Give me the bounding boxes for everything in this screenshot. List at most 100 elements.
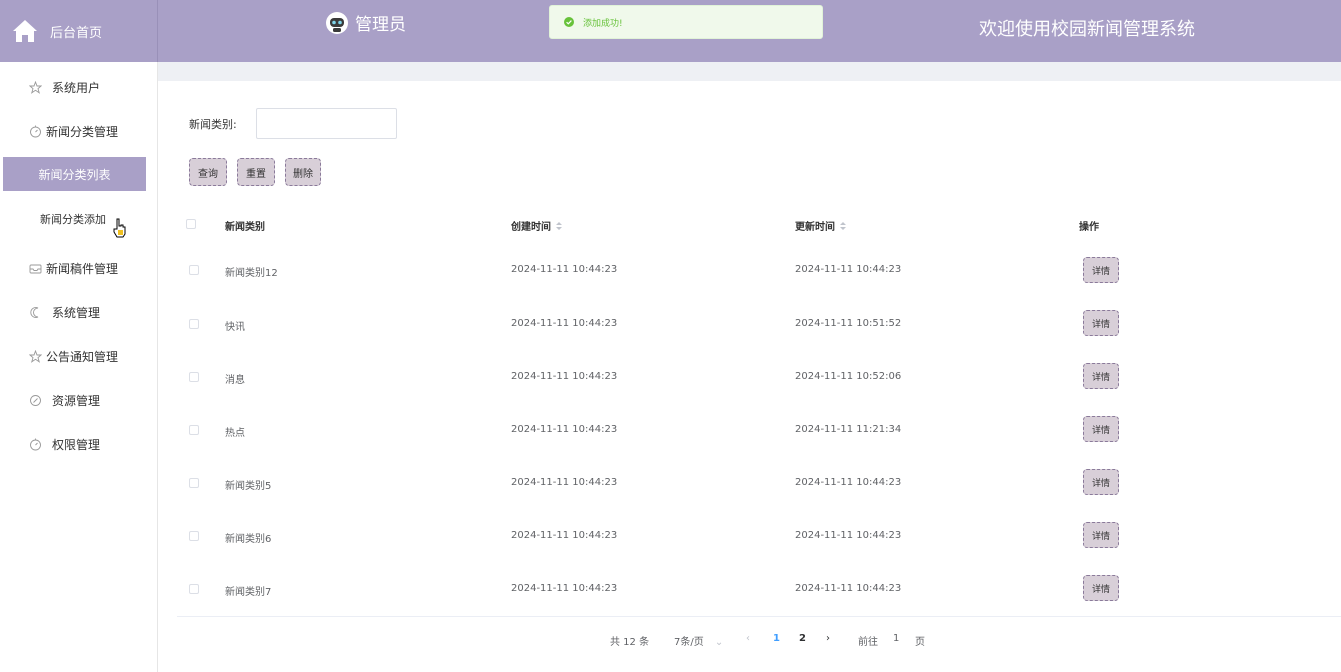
hand-cursor-icon bbox=[113, 218, 126, 238]
cell-category: 消息 bbox=[225, 375, 245, 386]
sidebar-item-permissions[interactable]: 权限管理 bbox=[0, 427, 158, 461]
detail-button[interactable]: 详情 bbox=[1083, 469, 1119, 495]
main-content bbox=[165, 81, 1341, 672]
goto-label: 前往 bbox=[858, 637, 878, 648]
sidebar-item-label: 系统管理 bbox=[52, 305, 101, 320]
home-icon bbox=[13, 20, 37, 42]
cell-created: 2024-11-11 10:44:23 bbox=[511, 477, 618, 488]
sidebar-item-announcements[interactable]: 公告通知管理 bbox=[0, 339, 158, 373]
inbox-icon bbox=[29, 264, 42, 273]
cell-created: 2024-11-11 10:44:23 bbox=[511, 264, 618, 275]
query-button[interactable]: 查询 bbox=[189, 158, 227, 186]
cell-created: 2024-11-11 10:44:23 bbox=[511, 424, 618, 435]
cell-category: 快讯 bbox=[225, 322, 245, 333]
sidebar: 系统用户 新闻分类管理 新闻分类列表 新闻分类添加 新闻稿件管理 系统管理 公告… bbox=[0, 62, 158, 672]
sidebar-item-label: 新闻分类管理 bbox=[46, 124, 119, 139]
timer-icon bbox=[30, 125, 41, 137]
page-size-select[interactable]: 7条/页 ⌄ bbox=[674, 633, 723, 648]
sort-icon[interactable] bbox=[840, 221, 846, 230]
avatar bbox=[326, 11, 348, 34]
cell-updated: 2024-11-11 10:44:23 bbox=[795, 583, 902, 594]
toast-message: 添加成功! bbox=[583, 18, 623, 29]
column-header-created[interactable]: 创建时间 bbox=[511, 218, 562, 233]
row-checkbox[interactable] bbox=[189, 531, 199, 541]
check-circle-icon bbox=[564, 17, 574, 27]
compass-icon bbox=[30, 394, 41, 406]
sidebar-item-label: 新闻分类列表 bbox=[38, 167, 111, 182]
sidebar-item-resources[interactable]: 资源管理 bbox=[0, 383, 158, 417]
page-number[interactable]: 2 bbox=[799, 633, 806, 644]
sidebar-item-system-management[interactable]: 系统管理 bbox=[0, 295, 158, 329]
detail-button[interactable]: 详情 bbox=[1083, 310, 1119, 336]
cell-category: 热点 bbox=[225, 428, 245, 439]
cell-updated: 2024-11-11 10:44:23 bbox=[795, 264, 902, 275]
timer-icon bbox=[30, 438, 41, 450]
cell-category: 新闻类别12 bbox=[225, 268, 278, 279]
cell-updated: 2024-11-11 10:44:23 bbox=[795, 477, 902, 488]
cell-updated: 2024-11-11 10:52:06 bbox=[795, 371, 902, 382]
sidebar-item-label: 资源管理 bbox=[52, 393, 101, 408]
cell-updated: 2024-11-11 10:51:52 bbox=[795, 318, 902, 329]
cell-created: 2024-11-11 10:44:23 bbox=[511, 371, 618, 382]
detail-button[interactable]: 详情 bbox=[1083, 416, 1119, 442]
pagination-total: 共 12 条 bbox=[610, 637, 650, 648]
page-size-value: 7条/页 bbox=[674, 637, 704, 648]
select-all-checkbox[interactable] bbox=[186, 219, 196, 229]
sidebar-item-label: 公告通知管理 bbox=[46, 349, 119, 364]
row-checkbox[interactable] bbox=[189, 319, 199, 329]
page-number[interactable]: 1 bbox=[773, 633, 780, 644]
category-search-input[interactable] bbox=[256, 108, 397, 139]
home-link[interactable]: 后台首页 bbox=[0, 0, 158, 62]
search-label: 新闻类别: bbox=[189, 118, 237, 131]
delete-button[interactable]: 删除 bbox=[285, 158, 321, 186]
reset-button[interactable]: 重置 bbox=[237, 158, 275, 186]
detail-button[interactable]: 详情 bbox=[1083, 363, 1119, 389]
detail-button[interactable]: 详情 bbox=[1083, 522, 1119, 548]
home-label: 后台首页 bbox=[50, 25, 103, 41]
row-checkbox[interactable] bbox=[189, 584, 199, 594]
sidebar-item-system-users[interactable]: 系统用户 bbox=[0, 70, 158, 104]
goto-page-input[interactable]: 1 bbox=[893, 633, 899, 644]
cell-category: 新闻类别6 bbox=[225, 534, 272, 545]
column-header-actions: 操作 bbox=[1079, 222, 1099, 233]
moon-icon bbox=[30, 306, 39, 318]
column-header-category: 新闻类别 bbox=[225, 222, 265, 233]
chevron-down-icon: ⌄ bbox=[714, 637, 724, 648]
cell-created: 2024-11-11 10:44:23 bbox=[511, 530, 618, 541]
admin-user[interactable]: 管理员 bbox=[325, 10, 406, 35]
star-icon bbox=[29, 349, 42, 363]
column-header-label: 更新时间 bbox=[795, 222, 835, 233]
sort-icon[interactable] bbox=[556, 221, 562, 230]
welcome-title: 欢迎使用校园新闻管理系统 bbox=[979, 19, 1195, 40]
table-bottom-divider bbox=[177, 616, 1341, 617]
row-checkbox[interactable] bbox=[189, 372, 199, 382]
sidebar-item-news-drafts[interactable]: 新闻稿件管理 bbox=[0, 251, 158, 285]
sidebar-item-news-category-add[interactable]: 新闻分类添加 bbox=[0, 202, 158, 236]
sidebar-item-label: 权限管理 bbox=[52, 437, 101, 452]
detail-button[interactable]: 详情 bbox=[1083, 575, 1119, 601]
sidebar-item-label: 新闻分类添加 bbox=[40, 213, 106, 226]
prev-page-button[interactable]: ‹ bbox=[746, 633, 750, 644]
detail-button[interactable]: 详情 bbox=[1083, 257, 1119, 283]
goto-page-suffix: 页 bbox=[915, 637, 925, 648]
row-checkbox[interactable] bbox=[189, 265, 199, 275]
sidebar-item-news-category-list[interactable]: 新闻分类列表 bbox=[3, 157, 146, 191]
content-top-strip bbox=[158, 62, 1341, 81]
sidebar-item-label: 新闻稿件管理 bbox=[46, 261, 119, 276]
sidebar-item-news-category[interactable]: 新闻分类管理 bbox=[0, 114, 158, 148]
star-icon bbox=[29, 80, 42, 94]
cell-created: 2024-11-11 10:44:23 bbox=[511, 583, 618, 594]
sidebar-item-label: 系统用户 bbox=[52, 80, 101, 95]
cell-category: 新闻类别7 bbox=[225, 587, 272, 598]
cell-category: 新闻类别5 bbox=[225, 481, 272, 492]
next-page-button[interactable]: › bbox=[826, 633, 830, 644]
cell-created: 2024-11-11 10:44:23 bbox=[511, 318, 618, 329]
success-toast: 添加成功! bbox=[549, 5, 823, 39]
cell-updated: 2024-11-11 11:21:34 bbox=[795, 424, 902, 435]
row-checkbox[interactable] bbox=[189, 478, 199, 488]
top-header: 后台首页 管理员 添加成功! 欢迎使用校园新闻管理系统 bbox=[0, 0, 1341, 62]
column-header-updated[interactable]: 更新时间 bbox=[795, 218, 846, 233]
cell-updated: 2024-11-11 10:44:23 bbox=[795, 530, 902, 541]
column-header-label: 创建时间 bbox=[511, 222, 551, 233]
row-checkbox[interactable] bbox=[189, 425, 199, 435]
